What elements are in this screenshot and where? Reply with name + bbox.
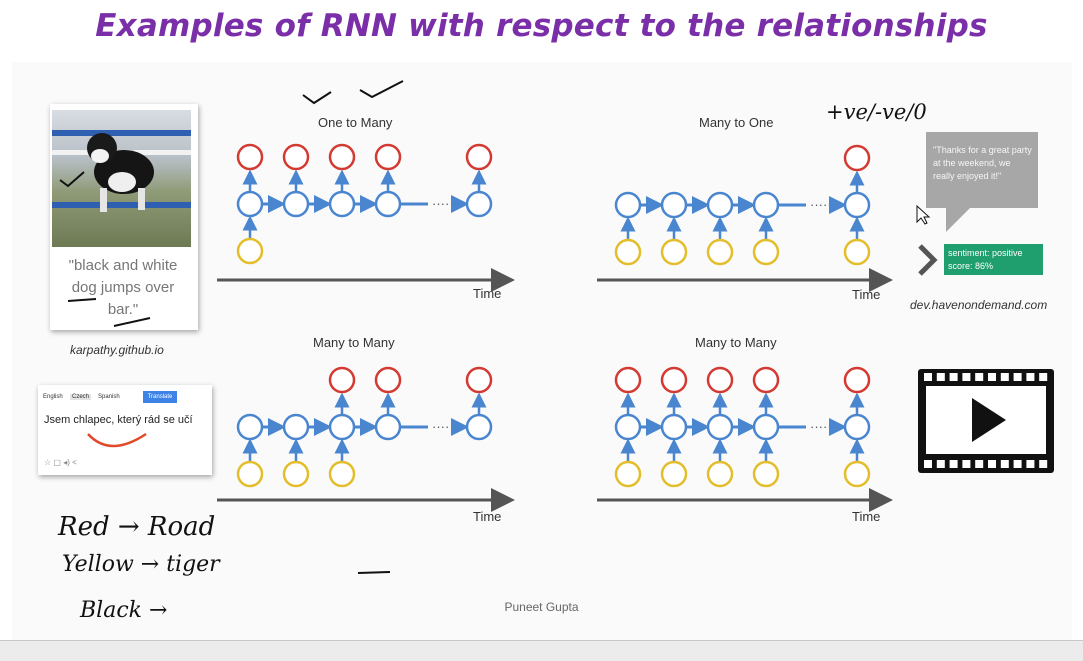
- film-perforation: [1013, 373, 1022, 381]
- pen-dash: [357, 571, 391, 574]
- hidden-node: [614, 191, 642, 219]
- input-node: [660, 460, 688, 488]
- output-node: [752, 366, 780, 394]
- film-perforation: [1013, 460, 1022, 468]
- input-node: [282, 460, 310, 488]
- hidden-node: [843, 413, 871, 441]
- ellipsis-dots: ·····: [432, 419, 454, 434]
- hidden-node: [614, 413, 642, 441]
- output-node: [465, 143, 493, 171]
- input-node: [614, 238, 642, 266]
- output-node: [374, 366, 402, 394]
- film-perforation: [949, 460, 958, 468]
- film-perforation: [924, 373, 932, 381]
- hidden-node: [465, 190, 493, 218]
- input-node: [752, 238, 780, 266]
- mouse-cursor-icon: [916, 204, 931, 225]
- hidden-node: [706, 413, 734, 441]
- film-perforation: [975, 460, 984, 468]
- pen-underline: [113, 317, 151, 327]
- pen-tick-mark: [359, 80, 404, 99]
- input-node: [706, 238, 734, 266]
- output-node: [843, 366, 871, 394]
- hidden-node: [660, 191, 688, 219]
- film-perforation: [962, 373, 971, 381]
- pen-tick-mark: [59, 171, 85, 188]
- hidden-node: [706, 191, 734, 219]
- film-perforation: [988, 373, 996, 381]
- film-perforation: [1026, 373, 1035, 381]
- film-perforation: [924, 460, 932, 468]
- input-node: [236, 460, 264, 488]
- input-node: [614, 460, 642, 488]
- translate-curve-arrow: [87, 432, 147, 448]
- input-node: [328, 460, 356, 488]
- film-perforation: [1000, 373, 1009, 381]
- input-node: [843, 238, 871, 266]
- hidden-node: [465, 413, 493, 441]
- hidden-node: [328, 190, 356, 218]
- hidden-node: [660, 413, 688, 441]
- film-perforation: [936, 460, 945, 468]
- input-node: [660, 238, 688, 266]
- output-node: [614, 366, 642, 394]
- input-node: [752, 460, 780, 488]
- ellipsis-dots: ·····: [810, 197, 832, 212]
- film-perforation: [1000, 460, 1009, 468]
- input-node: [236, 237, 264, 265]
- hidden-node: [374, 413, 402, 441]
- output-node: [843, 144, 871, 172]
- ellipsis-dots: ·····: [432, 196, 454, 211]
- film-perforation: [949, 373, 958, 381]
- hidden-node: [752, 413, 780, 441]
- ellipsis-dots: ·····: [810, 419, 832, 434]
- hidden-node: [374, 190, 402, 218]
- output-node: [328, 366, 356, 394]
- output-node: [374, 143, 402, 171]
- hidden-node: [328, 413, 356, 441]
- rnn-diagrams: ····· ····· ····· ·····: [59, 80, 1054, 574]
- pen-underline: [67, 298, 97, 302]
- input-node: [843, 460, 871, 488]
- hidden-node: [236, 190, 264, 218]
- pen-tick-mark: [302, 91, 332, 105]
- output-node: [660, 366, 688, 394]
- output-node: [328, 143, 356, 171]
- chevron-right-icon: [918, 244, 938, 276]
- output-node: [706, 366, 734, 394]
- output-node: [465, 366, 493, 394]
- bubble-tail: [946, 208, 970, 232]
- hidden-node: [843, 191, 871, 219]
- film-perforation: [962, 460, 971, 468]
- film-perforation: [988, 460, 996, 468]
- film-perforation: [936, 373, 945, 381]
- film-perforation: [1039, 460, 1048, 468]
- output-node: [236, 143, 264, 171]
- hidden-node: [282, 190, 310, 218]
- hidden-node: [752, 191, 780, 219]
- output-node: [282, 143, 310, 171]
- hidden-node: [236, 413, 264, 441]
- film-perforation: [1026, 460, 1035, 468]
- input-node: [706, 460, 734, 488]
- film-perforation: [1039, 373, 1048, 381]
- hidden-node: [282, 413, 310, 441]
- film-perforation: [975, 373, 984, 381]
